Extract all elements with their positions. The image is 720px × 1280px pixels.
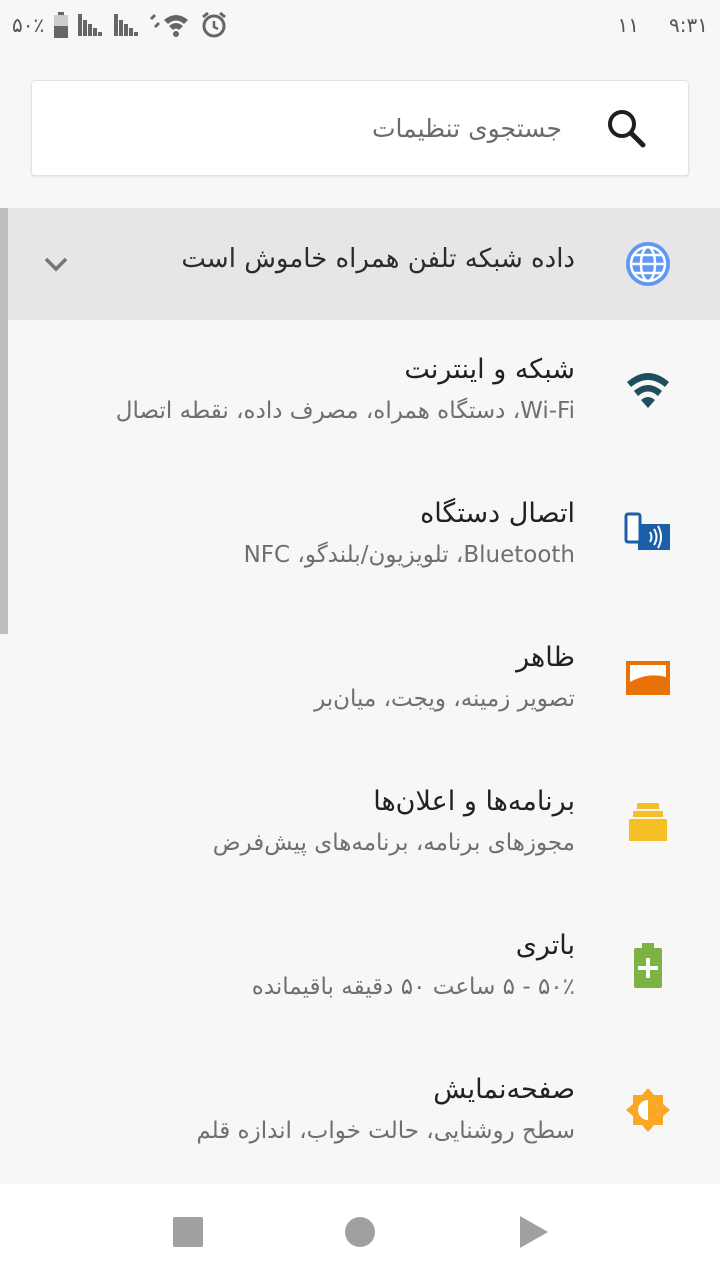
clock: ۹:۳۱: [669, 13, 708, 37]
battery-icon: [54, 12, 69, 38]
item-summary: مجوزهای برنامه، برنامه‌های پیش‌فرض: [212, 830, 575, 856]
wifi-icon: [624, 366, 672, 414]
item-title: صفحه‌نمایش: [433, 1074, 575, 1105]
wifi-status-icon: [150, 12, 190, 38]
alarm-icon: [200, 11, 228, 39]
settings-item-network[interactable]: شبکه و اینترنت Wi-Fi، دستگاه همراه، مصرف…: [0, 320, 720, 464]
item-summary: تصویر زمینه، ویجت، میان‌بر: [314, 686, 575, 712]
settings-list: شبکه و اینترنت Wi-Fi، دستگاه همراه، مصرف…: [0, 320, 720, 1184]
display-icon: [624, 654, 672, 702]
chevron-down-icon[interactable]: [40, 248, 72, 280]
settings-item-battery[interactable]: باتری ۵۰٪ - ۵ ساعت ۵۰ دقیقه باقیمانده: [0, 896, 720, 1040]
devices-icon: [624, 510, 672, 558]
settings-item-connected-devices[interactable]: اتصال دستگاه Bluetooth، تلویزیون/بلندگو،…: [0, 464, 720, 608]
item-title: شبکه و اینترنت: [404, 354, 575, 385]
home-icon[interactable]: [342, 1214, 378, 1250]
status-left: ۵۰٪: [12, 11, 228, 39]
status-bar: ۵۰٪ ۱۱ ۹:۳۱: [0, 0, 720, 50]
settings-item-appearance[interactable]: ظاهر تصویر زمینه، ویجت، میان‌بر: [0, 608, 720, 752]
globe-icon: [624, 240, 672, 288]
recents-icon[interactable]: [170, 1214, 206, 1250]
signal-icon: [78, 14, 104, 36]
battery-percent: ۵۰٪: [12, 13, 45, 37]
item-summary: ۵۰٪ - ۵ ساعت ۵۰ دقیقه باقیمانده: [251, 974, 575, 1000]
notification-count: ۱۱: [617, 13, 640, 37]
condition-text: داده شبکه تلفن همراه خاموش است: [181, 244, 575, 274]
back-icon[interactable]: [516, 1214, 552, 1250]
search-bar[interactable]: جستجوی تنظیمات: [31, 80, 689, 176]
battery-icon: [624, 942, 672, 990]
status-right: ۱۱ ۹:۳۱: [618, 13, 708, 37]
apps-icon: [624, 798, 672, 846]
search-input[interactable]: جستجوی تنظیمات: [372, 114, 562, 143]
item-summary: سطح روشنایی، حالت خواب، اندازه قلم: [196, 1118, 575, 1144]
item-title: باتری: [515, 930, 575, 961]
settings-item-apps[interactable]: برنامه‌ها و اعلان‌ها مجوزهای برنامه، برن…: [0, 752, 720, 896]
signal-icon-2: [114, 14, 140, 36]
search-icon[interactable]: [596, 98, 656, 158]
item-summary: Wi-Fi، دستگاه همراه، مصرف داده، نقطه اتص…: [115, 398, 575, 424]
item-title: اتصال دستگاه: [420, 498, 575, 529]
brightness-icon: [624, 1086, 672, 1134]
condition-card[interactable]: داده شبکه تلفن همراه خاموش است: [0, 208, 720, 320]
settings-item-display[interactable]: صفحه‌نمایش سطح روشنایی، حالت خواب، انداز…: [0, 1040, 720, 1184]
navigation-bar: [0, 1184, 720, 1280]
item-summary: Bluetooth، تلویزیون/بلندگو، NFC: [243, 542, 575, 568]
item-title: ظاهر: [516, 642, 575, 673]
item-title: برنامه‌ها و اعلان‌ها: [373, 786, 575, 817]
